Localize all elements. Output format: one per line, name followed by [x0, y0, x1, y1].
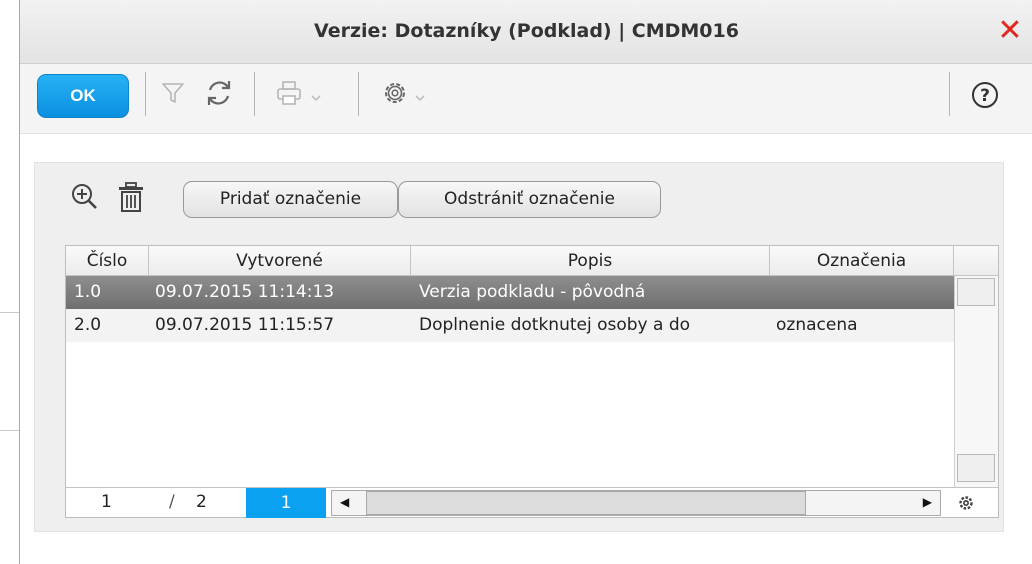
- toolbar-separator: [949, 72, 950, 116]
- scrollbar-thumb-top[interactable]: [957, 278, 995, 306]
- remove-marking-button[interactable]: Odstrániť označenie: [398, 181, 661, 218]
- current-page: 1: [101, 492, 112, 512]
- background-line: [0, 312, 19, 313]
- column-header-cislo[interactable]: Číslo: [66, 246, 149, 276]
- add-marking-button[interactable]: Pridať označenie: [183, 181, 398, 218]
- background-line: [0, 430, 19, 431]
- gear-icon[interactable]: [958, 495, 974, 515]
- refresh-icon[interactable]: [202, 77, 236, 113]
- scroll-left-arrow-icon[interactable]: ◀: [340, 495, 349, 509]
- header-corner: [954, 246, 998, 276]
- ok-button[interactable]: OK: [37, 74, 129, 118]
- column-header-oznacenia[interactable]: Označenia: [770, 246, 954, 276]
- dialog-title: Verzie: Dotazníky (Podklad) | CMDM016: [314, 20, 739, 42]
- scrollbar-thumb-bottom[interactable]: [957, 454, 995, 482]
- filter-icon[interactable]: [160, 80, 186, 110]
- column-header-vytvorene[interactable]: Vytvorené: [149, 246, 411, 276]
- cell-vytvorene: 09.07.2015 11:15:57: [155, 315, 335, 335]
- versions-table: Číslo Vytvorené Popis Označenia 1.0 09.0…: [65, 245, 999, 518]
- page-button[interactable]: 1: [246, 488, 326, 518]
- horizontal-scrollbar[interactable]: ◀ ▶: [331, 490, 941, 516]
- cell-vytvorene: 09.07.2015 11:14:13: [155, 282, 335, 302]
- cell-popis: Doplnenie dotknutej osoby a do: [419, 315, 691, 335]
- scrollbar-thumb[interactable]: [366, 491, 806, 515]
- trash-icon[interactable]: [116, 181, 146, 217]
- chevron-down-icon[interactable]: [310, 88, 322, 107]
- page-separator: /: [169, 492, 175, 512]
- chevron-down-icon[interactable]: [414, 88, 426, 107]
- column-header-popis[interactable]: Popis: [411, 246, 770, 276]
- table-row[interactable]: 1.0 09.07.2015 11:14:13 Verzia podkladu …: [66, 276, 954, 309]
- grid-footer: 1 / 2 1 ◀ ▶: [66, 487, 998, 518]
- settings-icon[interactable]: [380, 78, 410, 112]
- vertical-scrollbar[interactable]: [954, 276, 998, 487]
- total-pages: 2: [196, 492, 207, 512]
- close-icon[interactable]: ✕: [995, 14, 1025, 48]
- cell-popis: Verzia podkladu - pôvodná: [419, 282, 646, 302]
- cell-cislo: 2.0: [74, 315, 102, 335]
- table-row[interactable]: 2.0 09.07.2015 11:15:57 Doplnenie dotknu…: [66, 309, 954, 342]
- toolbar: OK ?: [20, 64, 1032, 134]
- scroll-right-arrow-icon[interactable]: ▶: [923, 495, 932, 509]
- help-icon[interactable]: ?: [970, 80, 1000, 114]
- toolbar-separator: [145, 72, 146, 116]
- versions-dialog: Verzie: Dotazníky (Podklad) | CMDM016 ✕ …: [19, 0, 1032, 564]
- toolbar-separator: [358, 72, 359, 116]
- print-icon[interactable]: [275, 79, 303, 111]
- title-bar: Verzie: Dotazníky (Podklad) | CMDM016 ✕: [20, 0, 1032, 64]
- cell-cislo: 1.0: [74, 282, 102, 302]
- toolbar-separator: [254, 72, 255, 116]
- cell-oznacenia: oznacena: [776, 315, 858, 335]
- zoom-in-icon[interactable]: [70, 182, 100, 216]
- help-glyph: ?: [980, 86, 990, 106]
